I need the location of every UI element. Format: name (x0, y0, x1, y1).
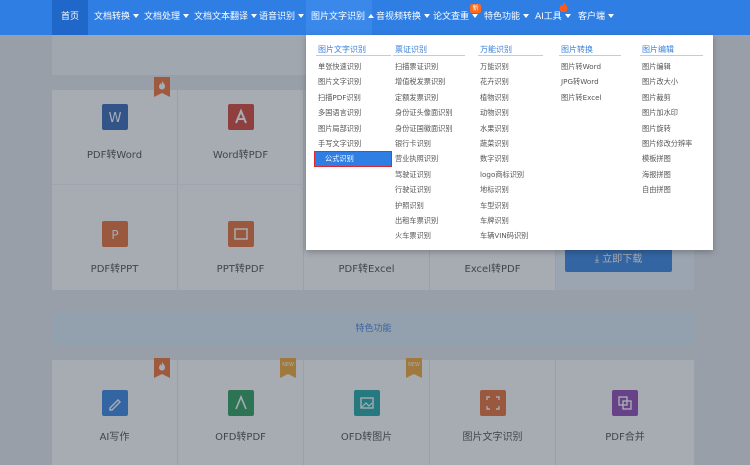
top-nav: 首页 文档转换 文档处理 文档文本翻译 语音识别 图片文字识别 音视频转换 论文… (0, 0, 750, 35)
menu-item[interactable]: 图片编辑 (640, 59, 703, 74)
chevron-down-icon (183, 14, 190, 18)
menu-item[interactable]: 车牌识别 (478, 213, 543, 228)
menu-item-handwriting-ocr[interactable]: 手写文字识别 (316, 136, 391, 151)
chevron-down-icon (564, 14, 571, 18)
menu-item[interactable]: 图片修改分辨率 (640, 136, 703, 151)
menu-item[interactable]: 水果识别 (478, 121, 543, 136)
new-badge: 新 (470, 4, 481, 13)
menu-item-image-ocr[interactable]: 图片文字识别 (316, 74, 391, 89)
nav-speech[interactable]: 语音识别 (259, 0, 305, 35)
dropdown-column-universal: 万能识别 万能识别 花卉识别 植物识别 动物识别 水果识别 蔬菜识别 数字识别 … (478, 44, 543, 244)
menu-item[interactable]: 花卉识别 (478, 74, 543, 89)
hot-flame-icon (559, 2, 568, 12)
column-header: 图片文字识别 (316, 44, 391, 56)
menu-item[interactable]: 植物识别 (478, 90, 543, 105)
chevron-down-icon (133, 14, 140, 18)
menu-item[interactable]: 出租车票识别 (393, 213, 465, 228)
menu-item[interactable]: 银行卡识别 (393, 136, 465, 151)
dropdown-column-image-convert: 图片转换 图片转Word JPG转Word 图片转Excel (559, 44, 621, 105)
menu-item[interactable]: 车辆VIN码识别 (478, 228, 543, 243)
chevron-down-icon (608, 14, 615, 18)
menu-item-partial-ocr[interactable]: 图片局部识别 (316, 121, 391, 136)
menu-item[interactable]: 火车票识别 (393, 228, 465, 243)
nav-av-convert[interactable]: 音视频转换 (376, 0, 431, 35)
menu-item[interactable]: 身份证头像面识别 (393, 105, 465, 120)
menu-item[interactable]: 蔬菜识别 (478, 136, 543, 151)
menu-item[interactable]: 万能识别 (478, 59, 543, 74)
menu-item[interactable]: 定额发票识别 (393, 90, 465, 105)
chevron-down-icon (251, 14, 258, 18)
menu-item[interactable]: 车型识别 (478, 198, 543, 213)
column-header: 万能识别 (478, 44, 543, 56)
dropdown-column-tickets: 票证识别 扫描票证识别 增值税发票识别 定额发票识别 身份证头像面识别 身份证国… (393, 44, 465, 244)
menu-item[interactable]: 驾驶证识别 (393, 167, 465, 182)
menu-item-scan-pdf-ocr[interactable]: 扫描PDF识别 (316, 90, 391, 105)
column-header: 图片编辑 (640, 44, 703, 56)
chevron-down-icon (298, 14, 305, 18)
menu-item[interactable]: 扫描票证识别 (393, 59, 465, 74)
menu-item[interactable]: 海报拼图 (640, 167, 703, 182)
menu-item-formula-ocr[interactable]: 公式识别 (314, 151, 392, 168)
nav-client[interactable]: 客户端 (578, 0, 615, 35)
menu-item[interactable]: 地标识别 (478, 182, 543, 197)
chevron-down-icon (424, 14, 431, 18)
chevron-down-icon (472, 14, 479, 18)
nav-translate[interactable]: 文档文本翻译 (194, 0, 258, 35)
column-header: 图片转换 (559, 44, 621, 56)
menu-item[interactable]: 图片转Word (559, 59, 621, 74)
menu-item[interactable]: 模板拼图 (640, 151, 703, 166)
menu-item[interactable]: 动物识别 (478, 105, 543, 120)
menu-item[interactable]: 营业执照识别 (393, 151, 465, 166)
menu-item[interactable]: 身份证国徽面识别 (393, 121, 465, 136)
menu-item-quick-ocr[interactable]: 单张快速识别 (316, 59, 391, 74)
nav-doc-convert[interactable]: 文档转换 (94, 0, 140, 35)
dropdown-column-ocr: 图片文字识别 单张快速识别 图片文字识别 扫描PDF识别 多国语言识别 图片局部… (314, 44, 392, 168)
nav-features[interactable]: 特色功能 (484, 0, 530, 35)
menu-item[interactable]: 行驶证识别 (393, 182, 465, 197)
column-header: 票证识别 (393, 44, 465, 56)
menu-item[interactable]: 数字识别 (478, 151, 543, 166)
menu-item[interactable]: logo商标识别 (478, 167, 543, 182)
image-ocr-dropdown: 图片文字识别 单张快速识别 图片文字识别 扫描PDF识别 多国语言识别 图片局部… (306, 35, 713, 250)
nav-doc-process[interactable]: 文档处理 (144, 0, 190, 35)
menu-item-multilang-ocr[interactable]: 多国语言识别 (316, 105, 391, 120)
menu-item[interactable]: 自由拼图 (640, 182, 703, 197)
menu-item[interactable]: JPG转Word (559, 74, 621, 89)
menu-item[interactable]: 图片加水印 (640, 105, 703, 120)
menu-item[interactable]: 图片改大小 (640, 74, 703, 89)
dropdown-column-image-edit: 图片编辑 图片编辑 图片改大小 图片裁剪 图片加水印 图片旋转 图片修改分辨率 … (640, 44, 703, 198)
nav-home[interactable]: 首页 (52, 0, 88, 35)
chevron-down-icon (523, 14, 530, 18)
menu-item[interactable]: 增值税发票识别 (393, 74, 465, 89)
nav-image-ocr[interactable]: 图片文字识别 (311, 0, 375, 35)
chevron-up-icon (368, 14, 375, 18)
menu-item[interactable]: 护照识别 (393, 198, 465, 213)
menu-item[interactable]: 图片裁剪 (640, 90, 703, 105)
menu-item[interactable]: 图片旋转 (640, 121, 703, 136)
menu-item[interactable]: 图片转Excel (559, 90, 621, 105)
